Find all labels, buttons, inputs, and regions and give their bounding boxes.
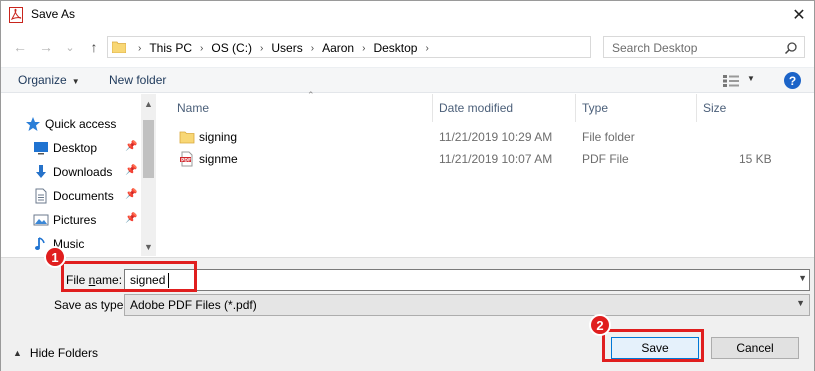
- cancel-button[interactable]: Cancel: [711, 337, 799, 359]
- table-row[interactable]: signing 11/21/2019 10:29 AM File folder: [161, 126, 814, 148]
- pin-icon: 📌: [125, 189, 138, 200]
- column-header-name[interactable]: Name ⌃: [171, 90, 433, 122]
- step-badge-2: 2: [589, 314, 611, 336]
- folder-icon: [112, 41, 126, 53]
- step-badge-1: 1: [44, 246, 66, 268]
- nav-item-label: Desktop: [53, 141, 98, 155]
- file-date: 11/21/2019 10:29 AM: [439, 130, 553, 144]
- file-size: 15 KB: [739, 152, 772, 166]
- pin-icon: 📌: [125, 141, 138, 152]
- nav-item-label: Quick access: [45, 117, 117, 131]
- hide-folders-button[interactable]: ▲ Hide Folders: [13, 346, 98, 360]
- breadcrumb-separator[interactable]: ›: [305, 43, 320, 54]
- window-title: Save As: [31, 7, 76, 21]
- scroll-up-icon[interactable]: ▲: [141, 96, 156, 112]
- save-as-type-label: Save as type:: [54, 298, 127, 312]
- breadcrumb-users[interactable]: Users: [269, 41, 304, 55]
- column-header-date[interactable]: Date modified: [433, 94, 576, 122]
- nav-item-music[interactable]: Music: [1, 233, 141, 255]
- column-header-type[interactable]: Type: [576, 94, 697, 122]
- save-as-type-select[interactable]: Adobe PDF Files (*.pdf) ▼: [124, 294, 810, 316]
- caret-down-icon: ▼: [71, 77, 80, 86]
- chevron-down-icon[interactable]: ▼: [796, 298, 805, 308]
- nav-pane-scrollbar[interactable]: ▲ ▼: [141, 94, 156, 256]
- highlight-box-file-name: [61, 261, 197, 292]
- new-folder-button[interactable]: New folder: [109, 73, 166, 87]
- column-header-size[interactable]: Size: [697, 94, 777, 122]
- back-button[interactable]: ←: [11, 37, 29, 57]
- download-icon: [36, 165, 46, 178]
- nav-item-quick-access[interactable]: Quick access: [1, 113, 141, 135]
- organize-menu[interactable]: Organize ▼: [18, 73, 80, 87]
- nav-item-label: Downloads: [53, 165, 113, 179]
- nav-item-documents[interactable]: Documents 📌: [1, 185, 141, 207]
- view-options-icon[interactable]: [722, 74, 740, 88]
- breadcrumb-separator[interactable]: ›: [194, 43, 209, 54]
- file-list: Name ⌃ Date modified Type Size signing 1…: [161, 90, 814, 256]
- scroll-down-icon[interactable]: ▼: [141, 239, 156, 255]
- desktop-icon: [34, 142, 48, 155]
- nav-item-label: Documents: [53, 189, 114, 203]
- table-row[interactable]: PDF signme 11/21/2019 10:07 AM PDF File …: [161, 148, 814, 170]
- acrobat-icon: [9, 7, 23, 23]
- organize-label: Organize: [18, 73, 67, 87]
- breadcrumb-separator[interactable]: ›: [356, 43, 371, 54]
- nav-item-pictures[interactable]: Pictures 📌: [1, 209, 141, 231]
- breadcrumb: › This PC › OS (C:) › Users › Aaron › De…: [132, 40, 435, 56]
- up-button[interactable]: ↑: [85, 37, 103, 57]
- search-input[interactable]: Search Desktop: [612, 41, 697, 55]
- breadcrumb-separator[interactable]: ›: [254, 43, 269, 54]
- column-header-label: Name: [177, 101, 210, 115]
- pdf-file-icon: PDF: [180, 151, 193, 167]
- command-bar: Organize ▼ New folder ▼ ?: [1, 67, 814, 93]
- caret-down-icon[interactable]: ▼: [747, 74, 755, 83]
- breadcrumb-aaron[interactable]: Aaron: [320, 41, 356, 55]
- file-name: signme: [199, 152, 238, 166]
- highlight-box-save: [602, 329, 704, 362]
- file-name-field[interactable]: signed ▼: [124, 269, 810, 291]
- documents-icon: [35, 188, 47, 204]
- breadcrumb-desktop[interactable]: Desktop: [371, 41, 419, 55]
- breadcrumb-separator: ›: [138, 42, 142, 54]
- file-type: File folder: [582, 130, 635, 144]
- breadcrumb-os-c[interactable]: OS (C:): [209, 41, 254, 55]
- hide-folders-label: Hide Folders: [29, 346, 98, 360]
- nav-item-downloads[interactable]: Downloads 📌: [1, 161, 141, 183]
- breadcrumb-this-pc[interactable]: This PC: [147, 41, 194, 55]
- nav-item-desktop[interactable]: Desktop 📌: [1, 137, 141, 159]
- file-name: signing: [199, 130, 238, 144]
- folder-icon: [179, 131, 195, 144]
- pictures-icon: [33, 214, 49, 226]
- breadcrumb-separator[interactable]: ›: [419, 43, 434, 54]
- forward-button[interactable]: →: [37, 37, 55, 57]
- sort-ascending-icon: ⌃: [307, 90, 315, 100]
- search-icon: [784, 42, 797, 55]
- pin-icon: 📌: [125, 165, 138, 176]
- file-type: PDF File: [582, 152, 629, 166]
- close-button[interactable]: ✕: [784, 1, 814, 29]
- title-bar: Save As ✕: [1, 1, 814, 29]
- chevron-up-icon: ▲: [13, 348, 22, 358]
- star-icon: [26, 117, 40, 131]
- search-box[interactable]: Search Desktop: [603, 36, 805, 58]
- address-bar[interactable]: › This PC › OS (C:) › Users › Aaron › De…: [107, 36, 688, 58]
- navigation-pane: Quick access Desktop 📌 Downloads 📌 Docum…: [1, 94, 156, 256]
- save-as-dialog: Save As ✕ ← → ⌄ ↑ › This PC › OS (C:) › …: [0, 0, 815, 371]
- recent-locations-button[interactable]: ⌄: [61, 37, 79, 57]
- help-icon[interactable]: ?: [784, 72, 801, 89]
- nav-item-label: Pictures: [53, 213, 97, 227]
- scrollbar-thumb[interactable]: [143, 120, 154, 178]
- pin-icon: 📌: [125, 213, 138, 224]
- chevron-down-icon[interactable]: ▼: [798, 273, 807, 283]
- file-date: 11/21/2019 10:07 AM: [439, 152, 553, 166]
- save-as-type-value: Adobe PDF Files (*.pdf): [130, 298, 257, 312]
- svg-text:PDF: PDF: [181, 157, 191, 163]
